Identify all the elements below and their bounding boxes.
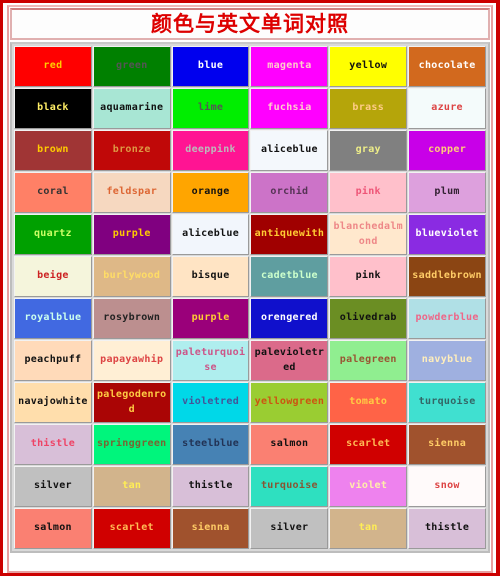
- color-swatch-cell[interactable]: navyblue: [408, 340, 486, 381]
- color-swatch-cell[interactable]: salmon: [250, 424, 329, 465]
- color-swatch-cell[interactable]: red: [14, 46, 92, 87]
- color-table-body: red green blue magenta yellow chocolate black a…: [14, 46, 486, 549]
- color-table-row: brown bronze deeppink aliceblue gray copper: [14, 130, 486, 171]
- color-swatch-cell[interactable]: aliceblue: [250, 130, 329, 171]
- color-swatch-cell[interactable]: orchid: [250, 172, 329, 213]
- color-swatch-cell[interactable]: cadetblue: [250, 256, 329, 297]
- color-swatch-cell[interactable]: palegodenrod: [92, 382, 171, 423]
- color-swatch-cell[interactable]: olivedrab: [329, 298, 408, 339]
- color-swatch-cell[interactable]: thistle: [408, 508, 486, 549]
- color-swatch-cell[interactable]: tan: [329, 508, 408, 549]
- color-swatch-cell[interactable]: orange: [171, 172, 250, 213]
- color-swatch-cell[interactable]: black: [14, 88, 92, 129]
- color-swatch-cell[interactable]: steelblue: [171, 424, 250, 465]
- color-swatch-cell[interactable]: blanchedalmond: [329, 214, 408, 255]
- color-swatch-cell[interactable]: burlywood: [92, 256, 171, 297]
- color-swatch-cell[interactable]: brown: [14, 130, 92, 171]
- color-swatch-cell[interactable]: tan: [92, 466, 171, 507]
- color-swatch-cell[interactable]: fuchsia: [250, 88, 329, 129]
- color-swatch-cell[interactable]: pink: [329, 172, 408, 213]
- color-table-row: peachpuff papayawhip paleturquoise paleviol…: [14, 340, 486, 381]
- color-swatch-cell[interactable]: azure: [408, 88, 486, 129]
- color-swatch-cell[interactable]: purple: [92, 214, 171, 255]
- color-swatch-cell[interactable]: thistle: [14, 424, 92, 465]
- color-swatch-cell[interactable]: beige: [14, 256, 92, 297]
- inner-frame: 颜色与英文单词对照 red green blue magenta yellow choco…: [7, 5, 493, 573]
- color-swatch-cell[interactable]: lime: [171, 88, 250, 129]
- color-swatch-cell[interactable]: yellow: [329, 46, 408, 87]
- color-swatch-cell[interactable]: purple: [171, 298, 250, 339]
- color-table-row: beige burlywood bisque cadetblue pink saddleb…: [14, 256, 486, 297]
- color-swatch-cell[interactable]: plum: [408, 172, 486, 213]
- color-swatch-cell[interactable]: yellowgreen: [250, 382, 329, 423]
- page-title: 颜色与英文单词对照: [151, 11, 349, 36]
- color-swatch-cell[interactable]: snow: [408, 466, 486, 507]
- color-swatch-cell[interactable]: aliceblue: [171, 214, 250, 255]
- color-swatch-cell[interactable]: papayawhip: [92, 340, 171, 381]
- color-swatch-cell[interactable]: violet: [329, 466, 408, 507]
- color-swatch-cell[interactable]: scarlet: [92, 508, 171, 549]
- color-table-row: salmon scarlet sienna silver tan thistle: [14, 508, 486, 549]
- color-table-row: thistle springgreen steelblue salmon scarlet…: [14, 424, 486, 465]
- color-swatch-cell[interactable]: magenta: [250, 46, 329, 87]
- color-swatch-cell[interactable]: copper: [408, 130, 486, 171]
- color-swatch-cell[interactable]: green: [92, 46, 171, 87]
- color-swatch-cell[interactable]: salmon: [14, 508, 92, 549]
- color-swatch-cell[interactable]: powderblue: [408, 298, 486, 339]
- color-swatch-cell[interactable]: sienna: [408, 424, 486, 465]
- color-swatch-cell[interactable]: chocolate: [408, 46, 486, 87]
- page-title-box: 颜色与英文单词对照: [10, 8, 490, 40]
- color-swatch-cell[interactable]: turquoise: [408, 382, 486, 423]
- color-swatch-cell[interactable]: feldspar: [92, 172, 171, 213]
- color-swatch-cell[interactable]: rosybrown: [92, 298, 171, 339]
- color-swatch-cell[interactable]: antiquewith: [250, 214, 329, 255]
- color-swatch-cell[interactable]: silver: [14, 466, 92, 507]
- color-swatch-cell[interactable]: silver: [250, 508, 329, 549]
- color-swatch-cell[interactable]: aquamarine: [92, 88, 171, 129]
- color-swatch-cell[interactable]: bisque: [171, 256, 250, 297]
- color-table-row: navajowhite palegodenrod violetred yellowgr…: [14, 382, 486, 423]
- page-frame: 颜色与英文单词对照 red green blue magenta yellow choco…: [0, 0, 500, 576]
- color-swatch-cell[interactable]: navajowhite: [14, 382, 92, 423]
- color-swatch-cell[interactable]: paleturquoise: [171, 340, 250, 381]
- color-swatch-cell[interactable]: blue: [171, 46, 250, 87]
- color-swatch-cell[interactable]: pink: [329, 256, 408, 297]
- color-swatch-cell[interactable]: palegreen: [329, 340, 408, 381]
- color-swatch-cell[interactable]: peachpuff: [14, 340, 92, 381]
- color-swatch-cell[interactable]: gray: [329, 130, 408, 171]
- color-table-row: black aquamarine lime fuchsia brass azure: [14, 88, 486, 129]
- color-swatch-cell[interactable]: orengered: [250, 298, 329, 339]
- color-swatch-cell[interactable]: bronze: [92, 130, 171, 171]
- color-swatch-cell[interactable]: scarlet: [329, 424, 408, 465]
- color-swatch-cell[interactable]: turquoise: [250, 466, 329, 507]
- color-swatch-cell[interactable]: quartz: [14, 214, 92, 255]
- color-swatch-cell[interactable]: springgreen: [92, 424, 171, 465]
- color-table-row: royalblue rosybrown purple orengered olivedr…: [14, 298, 486, 339]
- color-swatch-cell[interactable]: deeppink: [171, 130, 250, 171]
- color-swatch-cell[interactable]: violetred: [171, 382, 250, 423]
- color-swatch-cell[interactable]: palevioletred: [250, 340, 329, 381]
- color-table-row: quartz purple aliceblue antiquewith blanched…: [14, 214, 486, 255]
- color-swatch-cell[interactable]: royalblue: [14, 298, 92, 339]
- color-swatch-cell[interactable]: brass: [329, 88, 408, 129]
- color-swatch-cell[interactable]: coral: [14, 172, 92, 213]
- color-table-row: coral feldspar orange orchid pink plum: [14, 172, 486, 213]
- color-table-row: silver tan thistle turquoise violet snow: [14, 466, 486, 507]
- color-swatch-table: red green blue magenta yellow chocolate black a…: [13, 45, 487, 550]
- color-swatch-cell[interactable]: sienna: [171, 508, 250, 549]
- color-swatch-cell[interactable]: saddlebrown: [408, 256, 486, 297]
- color-swatch-cell[interactable]: thistle: [171, 466, 250, 507]
- color-grid-frame: red green blue magenta yellow chocolate black a…: [10, 42, 490, 553]
- color-swatch-cell[interactable]: tomato: [329, 382, 408, 423]
- color-swatch-cell[interactable]: blueviolet: [408, 214, 486, 255]
- color-table-row: red green blue magenta yellow chocolate: [14, 46, 486, 87]
